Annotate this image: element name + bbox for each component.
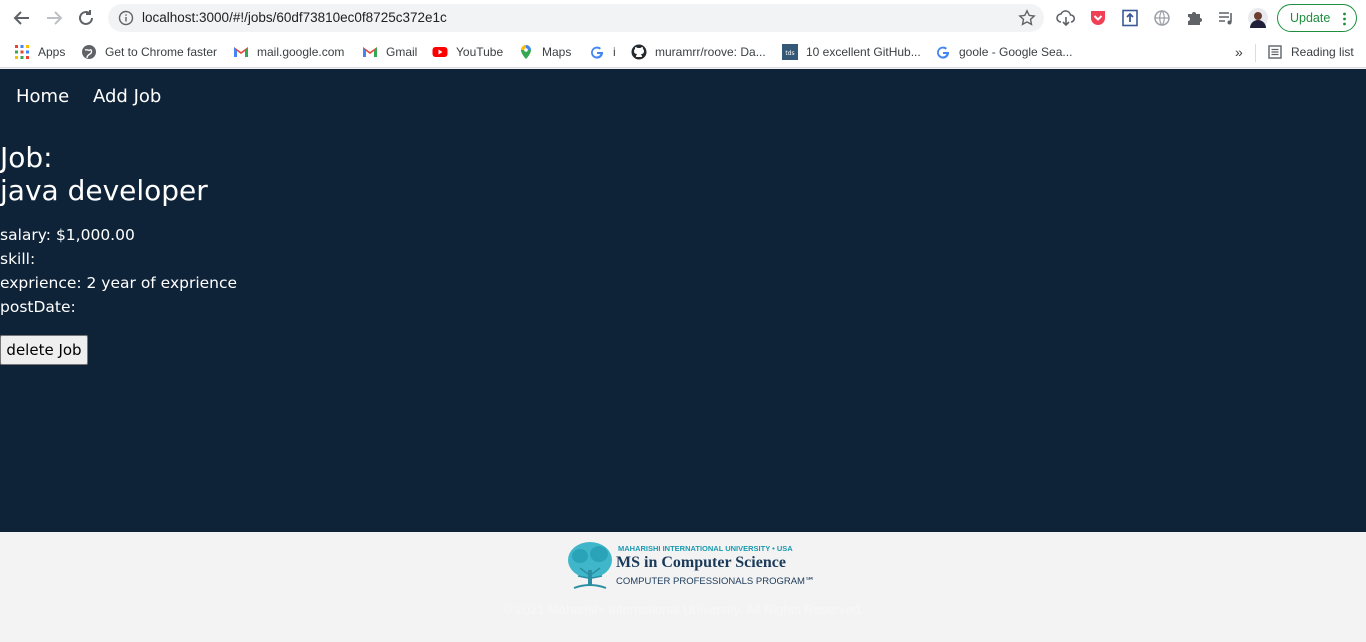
bookmark-label: Get to Chrome faster — [105, 45, 218, 59]
arrow-right-icon — [47, 11, 63, 25]
tree-logo-icon — [568, 542, 612, 589]
bookmark-label: Apps — [38, 45, 66, 59]
info-icon[interactable] — [118, 10, 134, 26]
cloud-download-icon — [1056, 10, 1076, 27]
app-main: Home Add Job Job: java developer salary:… — [0, 69, 1366, 532]
bookmark-chrome-faster[interactable]: Get to Chrome faster — [81, 42, 217, 62]
profile-button[interactable] — [1248, 8, 1268, 28]
youtube-icon — [432, 47, 448, 57]
university-logo: MAHARISHI INTERNATIONAL UNIVERSITY • USA… — [566, 540, 815, 592]
puzzle-icon — [1188, 12, 1202, 25]
bookmark-star-icon[interactable] — [1018, 9, 1036, 27]
chrome-globe-icon — [82, 45, 96, 59]
reading-list-button[interactable]: Reading list — [1267, 42, 1354, 62]
reading-list-icon — [1268, 45, 1282, 59]
upload-extension[interactable] — [1120, 8, 1140, 28]
overflow-chevron-icon: » — [1235, 44, 1243, 60]
download-extension[interactable] — [1056, 8, 1076, 28]
update-label: Update — [1290, 11, 1331, 25]
bookmark-label: mail.google.com — [257, 45, 345, 59]
bookmark-label: goole - Google Sea... — [959, 45, 1073, 59]
logo-program-title: MS in Computer Science — [616, 554, 786, 571]
job-skill: skill: — [0, 250, 36, 268]
bookmark-gmail[interactable]: Gmail — [362, 42, 417, 62]
bookmark-github-excellent[interactable]: tds 10 excellent GitHub... — [782, 42, 921, 62]
arrow-left-icon — [13, 11, 29, 25]
reload-icon — [79, 10, 93, 25]
pocket-extension[interactable] — [1088, 8, 1108, 28]
divider — [1255, 44, 1256, 62]
more-vert-icon — [1343, 12, 1346, 26]
media-control-button[interactable] — [1216, 8, 1236, 28]
bookmark-label: Gmail — [386, 45, 418, 59]
bookmarks-overflow-button[interactable]: » — [1235, 42, 1243, 62]
google-g-icon — [937, 46, 950, 59]
update-button[interactable]: Update — [1277, 4, 1357, 32]
nav-add-job-link[interactable]: Add Job — [93, 86, 161, 107]
job-salary: salary: $1,000.00 — [0, 226, 135, 244]
reading-list-label: Reading list — [1291, 45, 1354, 59]
upload-box-icon — [1122, 9, 1138, 27]
bookmark-mail-google[interactable]: mail.google.com — [233, 42, 344, 62]
job-heading-label: Job: — [0, 141, 53, 174]
copyright-text: © 2021 Maharishi International Universit… — [502, 602, 864, 617]
address-bar[interactable]: localhost:3000/#!/jobs/60df73810ec0f8725… — [108, 4, 1044, 32]
svg-text:tds: tds — [785, 50, 794, 57]
job-exprience: exprience: 2 year of exprience — [0, 274, 238, 292]
bookmark-label: muramrr/roove: Da... — [655, 45, 766, 59]
reload-button[interactable] — [74, 6, 98, 30]
bookmark-github-roove[interactable]: muramrr/roove: Da... — [631, 42, 766, 62]
gmail-icon — [234, 47, 248, 57]
delete-job-button[interactable]: delete Job — [0, 335, 88, 365]
logo-university-text: MAHARISHI INTERNATIONAL UNIVERSITY • USA — [618, 544, 793, 553]
avatar — [1248, 8, 1268, 28]
job-title: java developer — [0, 174, 208, 207]
bookmarks-bar: Apps Get to Chrome faster mail.google.co… — [0, 36, 1366, 68]
bookmark-apps[interactable]: Apps — [14, 42, 65, 62]
extensions-button[interactable] — [1184, 8, 1204, 28]
bookmark-label: 10 excellent GitHub... — [806, 45, 921, 59]
forward-button[interactable] — [42, 6, 66, 30]
tds-icon: tds — [782, 44, 798, 60]
pocket-icon — [1091, 11, 1105, 25]
bookmark-maps[interactable]: Maps — [518, 42, 571, 62]
bookmark-label: YouTube — [456, 45, 504, 59]
bookmark-google-search[interactable]: goole - Google Sea... — [935, 42, 1072, 62]
globe-icon — [1154, 10, 1170, 26]
bookmark-label: i — [613, 45, 616, 59]
logo-program-subtitle: COMPUTER PROFESSIONALS PROGRAM℠ — [616, 576, 815, 587]
nav-home-link[interactable]: Home — [16, 86, 69, 107]
gmail-icon — [363, 47, 377, 57]
app-footer: MAHARISHI INTERNATIONAL UNIVERSITY • USA… — [0, 532, 1366, 642]
google-g-icon — [591, 46, 604, 59]
github-icon — [631, 44, 647, 60]
back-button[interactable] — [10, 6, 34, 30]
job-heading: Job: java developer — [0, 141, 208, 207]
apps-grid-icon — [15, 45, 29, 59]
bookmark-youtube[interactable]: YouTube — [432, 42, 503, 62]
browser-toolbar: localhost:3000/#!/jobs/60df73810ec0f8725… — [0, 0, 1366, 36]
bookmark-i[interactable]: i — [589, 42, 616, 62]
job-post-date: postDate: — [0, 298, 76, 316]
translate-extension[interactable] — [1152, 8, 1172, 28]
maps-pin-icon — [521, 45, 531, 59]
bookmark-label: Maps — [542, 45, 572, 59]
queue-music-icon — [1219, 12, 1232, 25]
url-text[interactable]: localhost:3000/#!/jobs/60df73810ec0f8725… — [142, 10, 447, 25]
